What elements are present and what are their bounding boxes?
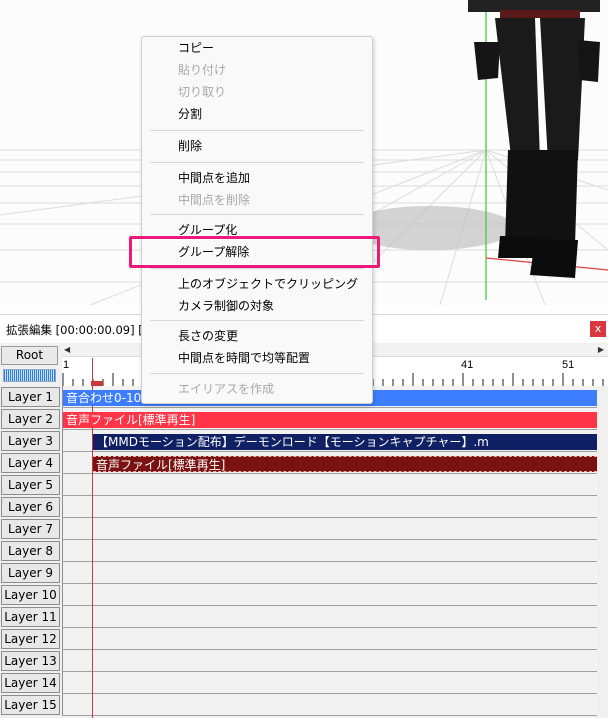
context-menu: コピー貼り付け切り取り分割削除中間点を追加中間点を削除グループ化 グループ解除 上の… xyxy=(141,36,373,404)
layer-button[interactable]: Layer 4 xyxy=(1,453,60,473)
menu-item[interactable]: グループ化 xyxy=(142,219,372,241)
layer-button[interactable]: Layer 3 xyxy=(1,431,60,451)
menu-separator xyxy=(150,130,364,131)
layer-button[interactable]: Layer 6 xyxy=(1,497,60,517)
triangle-right-icon[interactable]: ▶ xyxy=(598,345,604,354)
menu-separator xyxy=(150,214,364,215)
layer-button[interactable]: Layer 2 xyxy=(1,409,60,429)
layer-button[interactable]: Layer 12 xyxy=(1,629,60,649)
menu-item: エイリアスを作成 xyxy=(178,382,275,396)
layer-track[interactable] xyxy=(62,540,597,562)
menu-item[interactable]: コピー xyxy=(142,37,372,59)
layer-track[interactable] xyxy=(62,672,597,694)
layer-track[interactable] xyxy=(62,694,597,716)
menu-separator xyxy=(150,320,364,321)
layer-button[interactable]: Layer 7 xyxy=(1,519,60,539)
menu-item[interactable]: 分割 xyxy=(142,103,372,125)
menu-item[interactable]: 中間点を追加 xyxy=(142,167,372,189)
clip-layer3[interactable]: 【MMDモーション配布】デーモンロード【モーションキャプチャー】.m xyxy=(93,434,597,450)
layer-track[interactable] xyxy=(62,562,597,584)
layer-button[interactable]: Layer 9 xyxy=(1,563,60,583)
layer-button[interactable]: Layer 10 xyxy=(1,585,60,605)
menu-item: 切り取り xyxy=(178,85,227,99)
menu-item[interactable]: 長さの変更 xyxy=(142,325,372,347)
timeline-title: 拡張編集 [00:00:00.09] [4 xyxy=(6,323,151,337)
layer-track[interactable] xyxy=(62,584,597,606)
menu-separator xyxy=(150,268,364,269)
menu-item[interactable]: 上のオブジェクトでクリッピング xyxy=(142,273,372,295)
menu-item: 中間点を削除 xyxy=(178,193,251,207)
menu-separator xyxy=(150,162,364,163)
layer-track[interactable] xyxy=(62,628,597,650)
menu-item[interactable]: 削除 xyxy=(142,135,372,157)
root-button[interactable]: Root xyxy=(1,346,58,365)
menu-item[interactable]: カメラ制御の対象 xyxy=(142,295,372,317)
layer-button[interactable]: Layer 1 xyxy=(1,387,60,407)
layer-track[interactable] xyxy=(62,606,597,628)
layer-track[interactable] xyxy=(62,474,597,496)
layer-button[interactable]: Layer 8 xyxy=(1,541,60,561)
layer-track[interactable] xyxy=(62,496,597,518)
close-button[interactable]: x xyxy=(590,321,606,337)
menu-item[interactable]: グループ解除 xyxy=(142,241,372,263)
menu-item: 貼り付け xyxy=(178,63,227,77)
clip-layer2[interactable]: 音声ファイル[標準再生] xyxy=(63,412,597,428)
clip-layer4[interactable]: 音声ファイル[標準再生] xyxy=(93,456,597,472)
layer-button[interactable]: Layer 13 xyxy=(1,651,60,671)
layer-track[interactable] xyxy=(62,650,597,672)
layer-button[interactable]: Layer 14 xyxy=(1,673,60,693)
layer-track[interactable] xyxy=(62,518,597,540)
triangle-left-icon[interactable]: ◀ xyxy=(64,345,70,354)
layer-button[interactable]: Layer 11 xyxy=(1,607,60,627)
vertical-scrollbar[interactable] xyxy=(597,386,608,718)
layer-button[interactable]: Layer 15 xyxy=(1,695,60,715)
audio-level-meter xyxy=(3,369,56,382)
layer-button[interactable]: Layer 5 xyxy=(1,475,60,495)
menu-item[interactable]: 中間点を時間で均等配置 xyxy=(142,347,372,369)
close-icon: x xyxy=(594,322,602,335)
menu-separator xyxy=(150,373,364,374)
